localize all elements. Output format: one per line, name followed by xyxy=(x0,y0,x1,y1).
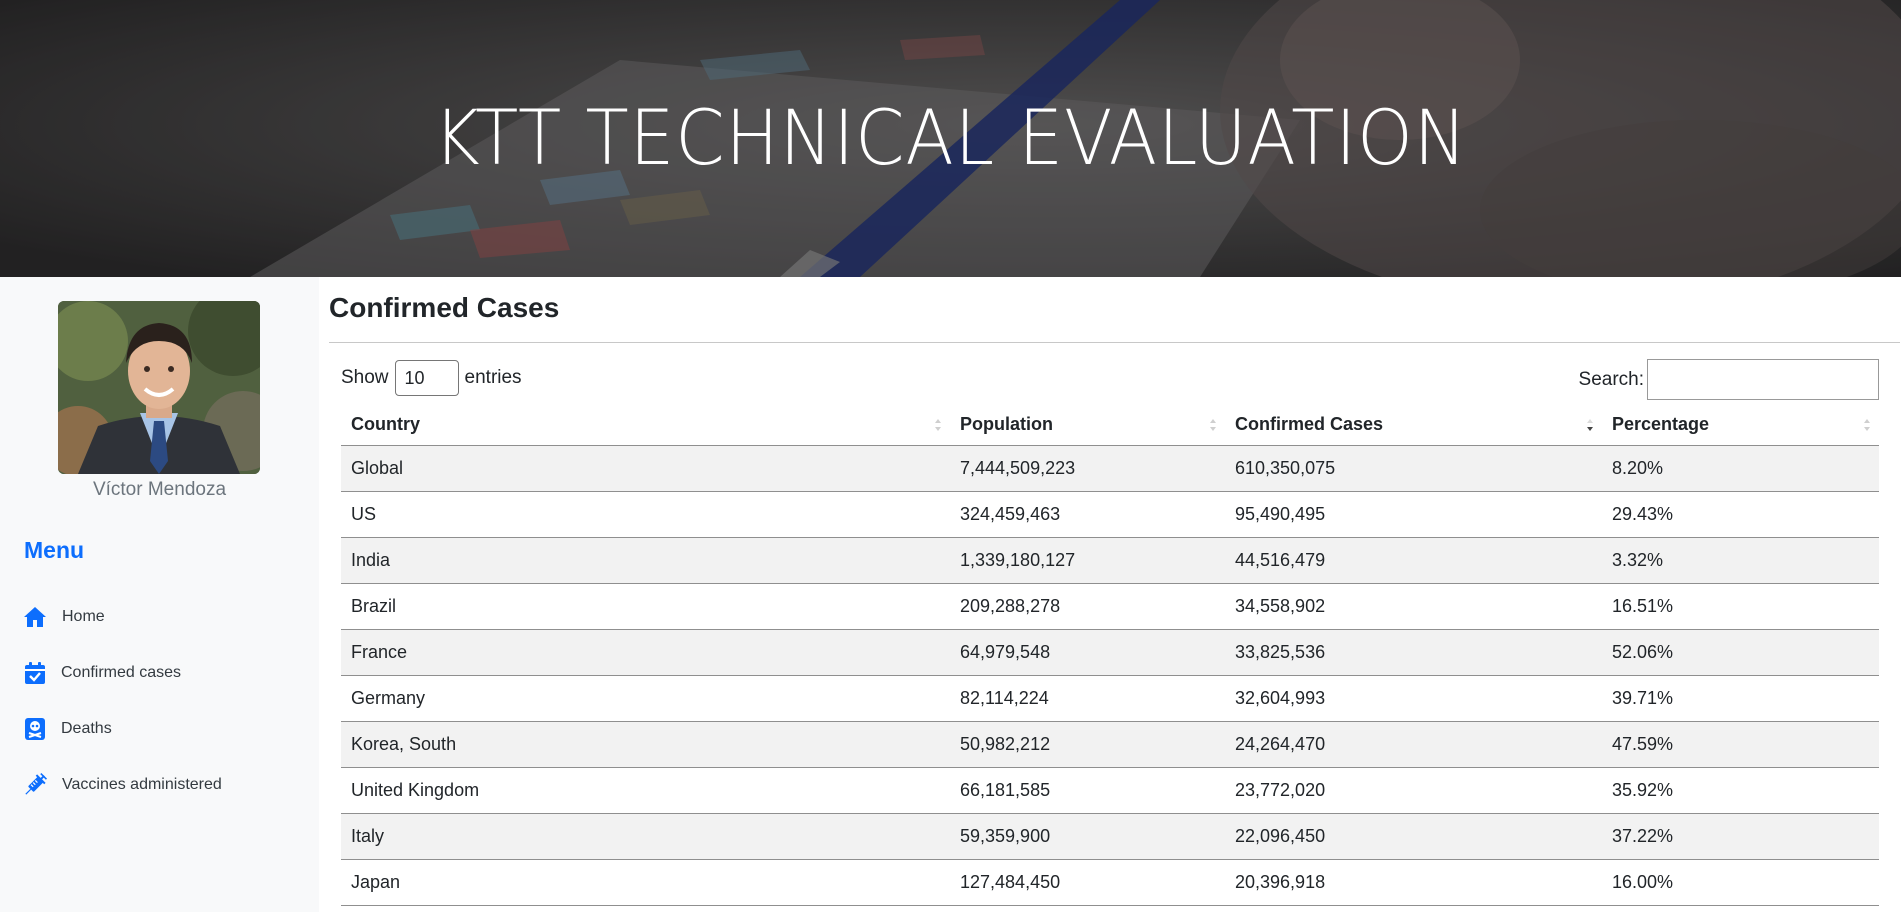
cell-population: 127,484,450 xyxy=(950,859,1225,906)
cell-population: 7,444,509,223 xyxy=(950,445,1225,492)
cell-country: United Kingdom xyxy=(341,767,950,814)
cell-confirmed-cases: 33,825,536 xyxy=(1225,629,1602,676)
cell-percentage: 16.51% xyxy=(1602,583,1879,630)
cell-percentage: 52.06% xyxy=(1602,629,1879,676)
entries-label: entries xyxy=(464,367,522,388)
cell-confirmed-cases: 23,772,020 xyxy=(1225,767,1602,814)
search-label: Search: xyxy=(1578,368,1644,390)
cell-country: France xyxy=(341,629,950,676)
cell-confirmed-cases: 44,516,479 xyxy=(1225,537,1602,584)
column-header-population[interactable]: Population xyxy=(950,405,1225,446)
cell-confirmed-cases: 22,096,450 xyxy=(1225,813,1602,860)
table-row: Germany 82,114,224 32,604,993 39.71% xyxy=(341,675,1879,722)
column-header-percentage[interactable]: Percentage xyxy=(1602,405,1879,446)
cell-population: 59,359,900 xyxy=(950,813,1225,860)
menu-title: Menu xyxy=(24,537,85,563)
sidebar-item-home[interactable]: Home xyxy=(22,600,105,634)
cell-percentage: 29.43% xyxy=(1602,491,1879,538)
sort-descending-icon xyxy=(1587,419,1593,431)
cell-population: 50,982,212 xyxy=(950,721,1225,768)
cell-confirmed-cases: 32,604,993 xyxy=(1225,675,1602,722)
table-row: Italy 59,359,900 22,096,450 37.22% xyxy=(341,813,1879,860)
cell-percentage: 3.32% xyxy=(1602,537,1879,584)
divider xyxy=(329,342,1900,343)
cell-confirmed-cases: 95,490,495 xyxy=(1225,491,1602,538)
search-input[interactable] xyxy=(1647,359,1879,400)
cell-country: Global xyxy=(341,445,950,492)
table-row: Brazil 209,288,278 34,558,902 16.51% xyxy=(341,583,1879,630)
column-header-confirmed-cases[interactable]: Confirmed Cases xyxy=(1225,405,1602,446)
hero-banner: KTT TECHNICAL EVALUATION xyxy=(0,0,1901,277)
entries-select[interactable]: 10 xyxy=(394,360,459,396)
sidebar-item-deaths[interactable]: Deaths xyxy=(22,712,112,746)
home-icon xyxy=(22,604,48,630)
sort-icon xyxy=(935,419,941,431)
cell-population: 324,459,463 xyxy=(950,491,1225,538)
cell-population: 66,181,585 xyxy=(950,767,1225,814)
cell-confirmed-cases: 20,396,918 xyxy=(1225,859,1602,906)
page-title: Confirmed Cases xyxy=(329,292,560,323)
cell-country: US xyxy=(341,491,950,538)
entries-select-value: 10 xyxy=(404,367,425,388)
sidebar-item-label: Confirmed cases xyxy=(61,664,182,681)
hero-title: KTT TECHNICAL EVALUATION xyxy=(433,93,1468,182)
cell-percentage: 37.22% xyxy=(1602,813,1879,860)
cell-percentage: 35.92% xyxy=(1602,767,1879,814)
cell-percentage: 16.00% xyxy=(1602,859,1879,906)
cell-country: Korea, South xyxy=(341,721,950,768)
table-search: Search: xyxy=(1579,359,1879,400)
cell-percentage: 8.20% xyxy=(1602,445,1879,492)
table-row: Korea, South 50,982,212 24,264,470 47.59… xyxy=(341,721,1879,768)
cell-population: 82,114,224 xyxy=(950,675,1225,722)
entries-length-control: Show 10 entries xyxy=(341,360,522,396)
sidebar-item-confirmed-cases[interactable]: Confirmed cases xyxy=(22,656,181,690)
cell-population: 1,339,180,127 xyxy=(950,537,1225,584)
table-row: France 64,979,548 33,825,536 52.06% xyxy=(341,629,1879,676)
cell-percentage: 39.71% xyxy=(1602,675,1879,722)
avatar xyxy=(58,301,260,474)
sidebar-item-vaccines-administered[interactable]: Vaccines administered xyxy=(22,768,222,802)
cell-confirmed-cases: 610,350,075 xyxy=(1225,445,1602,492)
sidebar: Víctor Mendoza Menu Home Confirmed cases xyxy=(0,277,319,912)
table-header-row: Country Population Confirmed Cases Perce… xyxy=(341,405,1879,446)
cell-percentage: 47.59% xyxy=(1602,721,1879,768)
cell-country: India xyxy=(341,537,950,584)
sidebar-item-label: Deaths xyxy=(61,720,112,737)
table-row: Japan 127,484,450 20,396,918 16.00% xyxy=(341,859,1879,906)
sidebar-item-label: Home xyxy=(62,608,105,625)
cell-country: Germany xyxy=(341,675,950,722)
sort-icon xyxy=(1210,419,1216,431)
syringe-icon xyxy=(22,772,48,798)
column-header-country[interactable]: Country xyxy=(341,405,950,446)
profile-name: Víctor Mendoza xyxy=(92,479,227,500)
table-row: US 324,459,463 95,490,495 29.43% xyxy=(341,491,1879,538)
sidebar-item-label: Vaccines administered xyxy=(62,776,222,793)
table-row: Global 7,444,509,223 610,350,075 8.20% xyxy=(341,445,1879,492)
cell-confirmed-cases: 34,558,902 xyxy=(1225,583,1602,630)
cell-country: Italy xyxy=(341,813,950,860)
show-label: Show xyxy=(341,367,389,388)
cell-population: 209,288,278 xyxy=(950,583,1225,630)
main-content: Confirmed Cases Show 10 entries Search: … xyxy=(319,277,1901,912)
cell-population: 64,979,548 xyxy=(950,629,1225,676)
cell-country: Japan xyxy=(341,859,950,906)
table-row: United Kingdom 66,181,585 23,772,020 35.… xyxy=(341,767,1879,814)
cell-confirmed-cases: 24,264,470 xyxy=(1225,721,1602,768)
sort-icon xyxy=(1864,419,1870,431)
calendar-check-icon xyxy=(22,660,48,686)
table-row: India 1,339,180,127 44,516,479 3.32% xyxy=(341,537,1879,584)
confirmed-cases-table: Country Population Confirmed Cases Perce… xyxy=(341,405,1879,906)
skull-crossbones-icon xyxy=(22,716,48,742)
cell-country: Brazil xyxy=(341,583,950,630)
